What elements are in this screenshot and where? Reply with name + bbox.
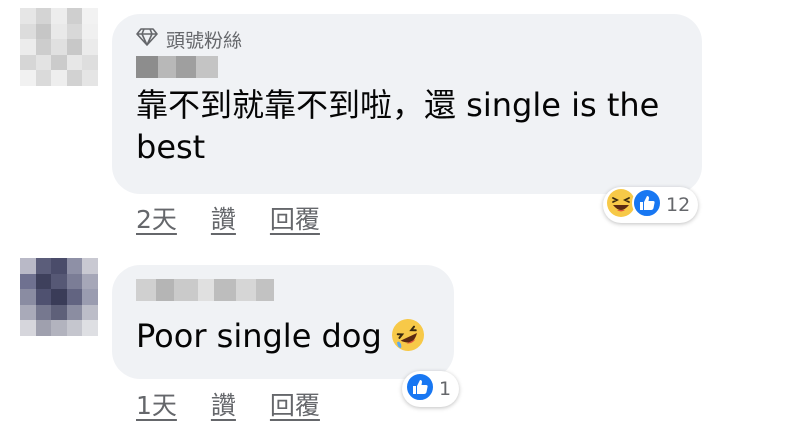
comment-bubble: Poor single dog xyxy=(112,265,454,379)
commenter-name[interactable] xyxy=(136,56,678,78)
avatar[interactable] xyxy=(20,258,98,336)
reply-link[interactable]: 回覆 xyxy=(270,386,320,422)
like-link[interactable]: 讚 xyxy=(211,200,236,236)
comment-bubble: 頭號粉絲 靠不到就靠不到啦，還 single is the best xyxy=(112,14,702,194)
timestamp-link[interactable]: 1天 xyxy=(136,386,177,422)
timestamp-link[interactable]: 2天 xyxy=(136,200,177,236)
comment-actions: 2天 讚 回覆 xyxy=(136,200,320,236)
like-icon xyxy=(405,372,435,406)
reaction-count: 1 xyxy=(439,378,452,400)
comment-text-content: Poor single dog xyxy=(136,317,382,355)
top-fan-badge[interactable]: 頭號粉絲 xyxy=(136,26,678,52)
like-link[interactable]: 讚 xyxy=(211,386,236,422)
diamond-icon xyxy=(136,27,158,51)
badge-label: 頭號粉絲 xyxy=(166,29,243,52)
reaction-summary[interactable]: 1 xyxy=(402,371,460,407)
comment-text: Poor single dog xyxy=(136,315,430,363)
comment-actions: 1天 讚 回覆 xyxy=(136,386,320,422)
comment-text: 靠不到就靠不到啦，還 single is the best xyxy=(136,86,660,166)
reaction-summary[interactable]: 12 xyxy=(603,187,699,223)
reaction-count: 12 xyxy=(666,194,691,216)
like-icon xyxy=(632,188,662,222)
reply-link[interactable]: 回覆 xyxy=(270,200,320,236)
rofl-emoji-icon xyxy=(390,317,426,363)
commenter-name[interactable] xyxy=(136,279,430,301)
avatar[interactable] xyxy=(20,8,98,86)
